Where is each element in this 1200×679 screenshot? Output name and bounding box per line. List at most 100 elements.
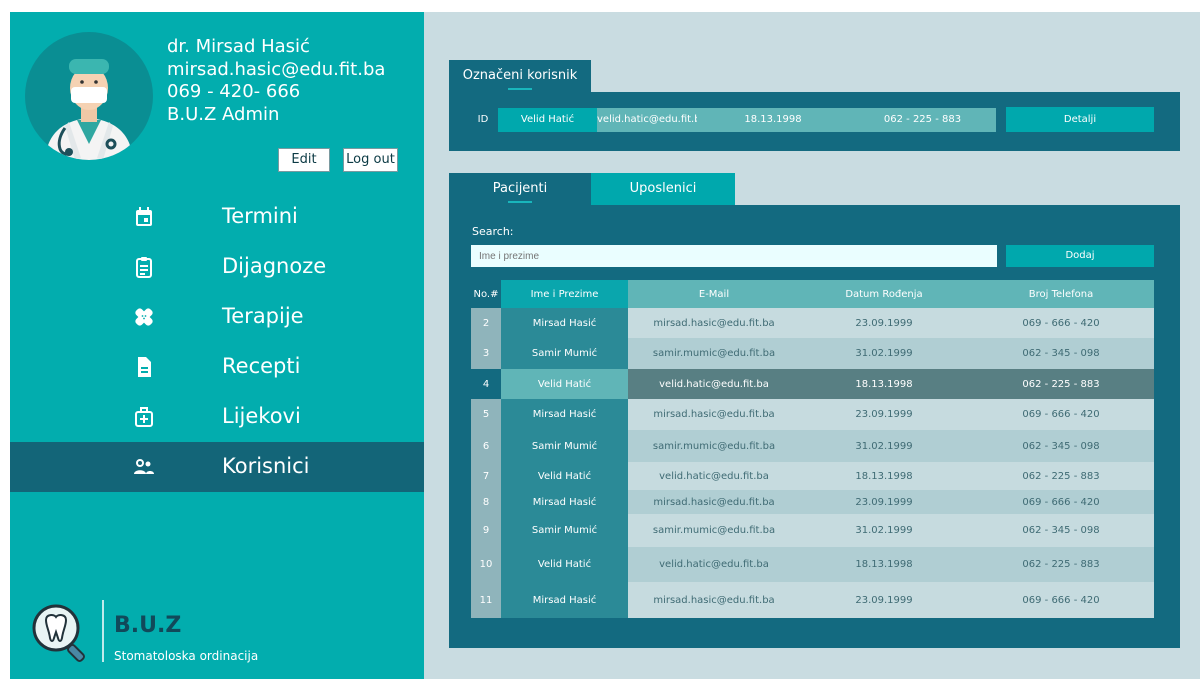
- cell-email: mirsad.hasic@edu.fit.ba: [628, 582, 800, 618]
- tab-underline: [508, 88, 532, 90]
- table-row[interactable]: 3 Samir Mumić samir.mumic@edu.fit.ba 31.…: [471, 338, 1154, 369]
- cell-phone: 062 - 225 - 883: [968, 369, 1154, 399]
- tab-pacijenti[interactable]: Pacijenti: [449, 173, 591, 205]
- sidebar-item-label: Lijekovi: [222, 404, 301, 428]
- table-row-selected[interactable]: 4 Velid Hatić velid.hatic@edu.fit.ba 18.…: [471, 369, 1154, 399]
- cell-date: 18.13.1998: [800, 547, 968, 582]
- cell-date: 23.09.1999: [800, 490, 968, 514]
- selected-user-phone: 062 - 225 - 883: [849, 108, 996, 132]
- cell-phone: 069 - 666 - 420: [968, 308, 1154, 338]
- cell-name: Samir Mumić: [501, 430, 628, 462]
- users-table: No.# Ime i Prezime E-Mail Datum Rođenja …: [471, 280, 1154, 618]
- cell-phone: 062 - 225 - 883: [968, 462, 1154, 490]
- sidebar-item-terapije[interactable]: Terapije: [10, 292, 424, 342]
- cell-date: 23.09.1999: [800, 399, 968, 430]
- sidebar-item-korisnici[interactable]: Korisnici: [10, 442, 424, 492]
- calendar-icon: [136, 207, 152, 226]
- table-row[interactable]: 10 Velid Hatić velid.hatic@edu.fit.ba 18…: [471, 547, 1154, 582]
- cell-name: Mirsad Hasić: [501, 582, 628, 618]
- brand-subtitle: Stomatoloska ordinacija: [114, 649, 259, 663]
- cell-email: mirsad.hasic@edu.fit.ba: [628, 399, 800, 430]
- table-row[interactable]: 7 Velid Hatić velid.hatic@edu.fit.ba 18.…: [471, 462, 1154, 490]
- cell-no: 10: [471, 547, 501, 582]
- details-button[interactable]: Detalji: [1006, 107, 1154, 132]
- cell-date: 23.09.1999: [800, 582, 968, 618]
- id-label: ID: [477, 114, 489, 125]
- document-icon: [138, 357, 151, 377]
- sidebar-item-label: Korisnici: [222, 454, 310, 478]
- cell-date: 31.02.1999: [800, 514, 968, 547]
- tab-oznaceni-korisnik[interactable]: Označeni korisnik: [449, 60, 591, 92]
- column-header[interactable]: No.#: [471, 280, 501, 308]
- profile-role: B.U.Z Admin: [167, 103, 280, 125]
- table-row[interactable]: 5 Mirsad Hasić mirsad.hasic@edu.fit.ba 2…: [471, 399, 1154, 430]
- brand-name: B.U.Z: [114, 613, 182, 638]
- cell-name: Velid Hatić: [501, 462, 628, 490]
- cell-name: Mirsad Hasić: [501, 490, 628, 514]
- cell-name: Velid Hatić: [501, 547, 628, 582]
- medkit-icon: [135, 407, 153, 427]
- sidebar-item-lijekovi[interactable]: Lijekovi: [10, 392, 424, 442]
- sidebar: dr. Mirsad Hasić mirsad.hasic@edu.fit.ba…: [10, 12, 424, 679]
- cell-email: samir.mumic@edu.fit.ba: [628, 430, 800, 462]
- cell-email: mirsad.hasic@edu.fit.ba: [628, 308, 800, 338]
- profile-email: mirsad.hasic@edu.fit.ba: [167, 58, 386, 80]
- sidebar-item-termini[interactable]: Termini: [10, 192, 424, 242]
- cell-name: Samir Mumić: [501, 338, 628, 369]
- cell-no: 6: [471, 430, 501, 462]
- cell-email: mirsad.hasic@edu.fit.ba: [628, 490, 800, 514]
- users-icon: [134, 459, 154, 474]
- cell-no: 4: [471, 369, 501, 399]
- add-button[interactable]: Dodaj: [1006, 245, 1154, 267]
- cell-date: 31.02.1999: [800, 338, 968, 369]
- edit-button[interactable]: Edit: [278, 148, 330, 172]
- cell-date: 18.13.1998: [800, 369, 968, 399]
- table-row[interactable]: 9 Samir Mumić samir.mumic@edu.fit.ba 31.…: [471, 514, 1154, 547]
- sidebar-nav: Termini Dijagnoze Terapije Recepti Lijek…: [10, 192, 424, 492]
- cell-name: Samir Mumić: [501, 514, 628, 547]
- table-row[interactable]: 8 Mirsad Hasić mirsad.hasic@edu.fit.ba 2…: [471, 490, 1154, 514]
- selected-user-email: velid.hatic@edu.fit.ba: [597, 108, 707, 132]
- cell-name: Mirsad Hasić: [501, 399, 628, 430]
- cell-phone: 062 - 345 - 098: [968, 430, 1154, 462]
- cell-phone: 069 - 666 - 420: [968, 490, 1154, 514]
- cell-phone: 069 - 666 - 420: [968, 582, 1154, 618]
- cell-date: 23.09.1999: [800, 308, 968, 338]
- table-row[interactable]: 6 Samir Mumić samir.mumic@edu.fit.ba 31.…: [471, 430, 1154, 462]
- cell-date: 18.13.1998: [800, 462, 968, 490]
- cell-no: 3: [471, 338, 501, 369]
- search-input[interactable]: [471, 245, 997, 267]
- sidebar-item-label: Terapije: [222, 304, 304, 328]
- table-row[interactable]: 2 Mirsad Hasić mirsad.hasic@edu.fit.ba 2…: [471, 308, 1154, 338]
- cell-phone: 062 - 345 - 098: [968, 514, 1154, 547]
- cell-no: 8: [471, 490, 501, 514]
- sidebar-item-dijagnoze[interactable]: Dijagnoze: [10, 242, 424, 292]
- cell-no: 9: [471, 514, 501, 547]
- tab-underline: [508, 201, 532, 203]
- cell-email: samir.mumic@edu.fit.ba: [628, 338, 800, 369]
- tab-uposlenici[interactable]: Uposlenici: [591, 173, 735, 205]
- column-header[interactable]: E-Mail: [628, 280, 800, 308]
- search-label: Search:: [472, 225, 514, 238]
- profile-info: dr. Mirsad Hasić mirsad.hasic@edu.fit.ba…: [167, 36, 385, 126]
- brand-divider: [102, 600, 104, 662]
- cell-email: velid.hatic@edu.fit.ba: [628, 369, 800, 399]
- cell-no: 5: [471, 399, 501, 430]
- column-header[interactable]: Ime i Prezime: [501, 280, 628, 308]
- profile-phone: 069 - 420- 666: [167, 81, 301, 102]
- tooth-logo-icon: [32, 604, 85, 662]
- table-header: No.# Ime i Prezime E-Mail Datum Rođenja …: [471, 280, 1154, 308]
- column-header[interactable]: Broj Telefona: [968, 280, 1154, 308]
- column-header[interactable]: Datum Rođenja: [800, 280, 968, 308]
- logout-button[interactable]: Log out: [343, 148, 398, 172]
- cell-name: Velid Hatić: [501, 369, 628, 399]
- cell-no: 11: [471, 582, 501, 618]
- cell-email: velid.hatic@edu.fit.ba: [628, 547, 800, 582]
- sidebar-item-label: Dijagnoze: [222, 254, 327, 278]
- cell-phone: 069 - 666 - 420: [968, 399, 1154, 430]
- sidebar-item-label: Recepti: [222, 354, 301, 378]
- table-row[interactable]: 11 Mirsad Hasić mirsad.hasic@edu.fit.ba …: [471, 582, 1154, 618]
- cell-no: 2: [471, 308, 501, 338]
- sidebar-item-recepti[interactable]: Recepti: [10, 342, 424, 392]
- clipboard-icon: [136, 257, 152, 278]
